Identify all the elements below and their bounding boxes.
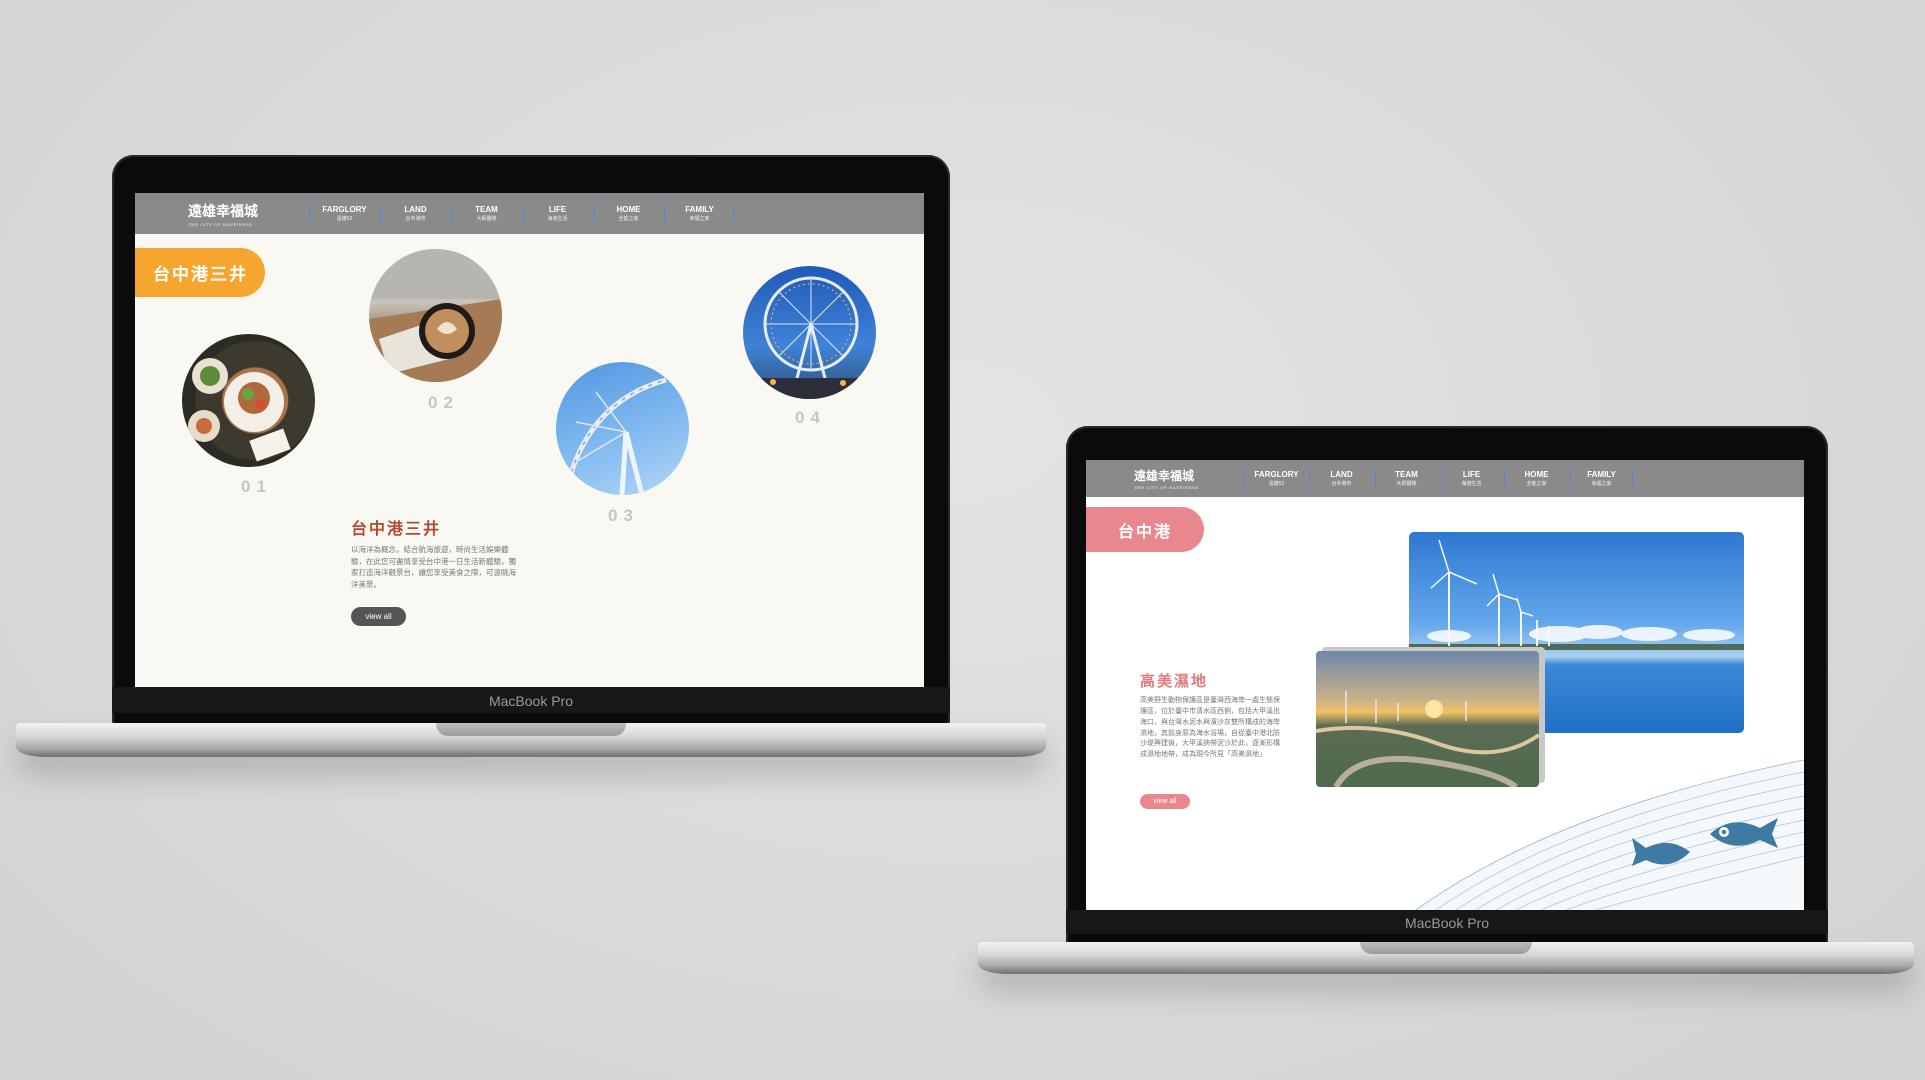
image-number: 03 <box>608 506 639 525</box>
wetland-sunset-image[interactable] <box>1316 651 1539 787</box>
nav-sublabel: 海港生活 <box>547 216 568 222</box>
view-all-button[interactable]: view all <box>351 607 406 626</box>
section-paragraph: 以海洋為概念，結合航海旅遊，時尚生活娛樂體驗，在此您可盡情享受台中港一日生活新體… <box>351 545 516 589</box>
nav-item-life[interactable]: LIFE 海港生活 <box>1439 460 1504 497</box>
wetland-art <box>1316 691 1539 787</box>
ferris-wheel-sky-image[interactable] <box>556 362 689 495</box>
section-paragraph: 高美野生動物保護區是臺灣西海岸一處生態保護區，位於臺中市清水區西側，包括大甲溪出… <box>1140 697 1280 759</box>
laptop-screen: 遠雄幸福城 THE CITY OF HAPPINESS FARGLORY 遠雄5… <box>135 193 924 687</box>
ferris-wheel-sky-art <box>563 377 667 495</box>
laptop-screen: 遠雄幸福城 THE CITY OF HAPPINESS FARGLORY 遠雄5… <box>1086 460 1804 910</box>
nav-label: HOME <box>616 205 641 214</box>
fish-icon <box>1710 818 1778 848</box>
macbook-label: MacBook Pro <box>1404 915 1490 931</box>
ferris-wheel-night-image[interactable] <box>743 266 876 399</box>
nav-sublabel: 台中港市 <box>405 216 426 222</box>
view-all-label: view all <box>365 612 392 621</box>
nav-label: LIFE <box>1462 470 1481 479</box>
food-plate-art <box>188 358 291 462</box>
section-pill-label: 台中港三井 <box>153 265 248 284</box>
nav-label: LAND <box>1330 470 1353 479</box>
nav-sublabel: 全能之家 <box>618 216 639 222</box>
section-pill: 台中港三井 <box>135 248 265 297</box>
section-pill: 台中港 <box>1086 507 1204 552</box>
nav-sublabel: 海港生活 <box>1461 481 1482 487</box>
latte-art <box>369 249 502 382</box>
nav-item-farglory[interactable]: FARGLORY 遠雄52 <box>309 193 380 234</box>
laptop-chin: MacBook Pro <box>112 687 950 713</box>
section-heading: 高美濕地 <box>1140 673 1209 690</box>
nav-item-farglory[interactable]: FARGLORY 遠雄52 <box>1244 460 1309 497</box>
logo-text: 遠雄幸福城 <box>1134 469 1195 483</box>
image-number: 01 <box>241 477 272 496</box>
nav-label: TEAM <box>1395 470 1418 479</box>
nav-sublabel: 幸福之家 <box>689 216 710 222</box>
nav-label: HOME <box>1524 470 1549 479</box>
view-all-label: view all <box>1153 798 1177 805</box>
fish-icon <box>1632 838 1690 866</box>
laptop-chin: MacBook Pro <box>1066 910 1828 934</box>
nav-item-land[interactable]: LAND 台中港市 <box>1309 460 1374 497</box>
main-nav: FARGLORY 遠雄52 LAND 台中港市 TEAM 大師團隊 LIFE 海… <box>1244 460 1634 497</box>
nav-item-life[interactable]: LIFE 海港生活 <box>522 193 593 234</box>
food-plate-image[interactable] <box>182 334 315 467</box>
nav-item-family[interactable]: FAMILY 幸福之家 <box>664 193 735 234</box>
nav-label: FAMILY <box>1587 470 1616 479</box>
section-heading: 台中港三井 <box>351 521 442 538</box>
nav-item-family[interactable]: FAMILY 幸福之家 <box>1569 460 1634 497</box>
logo-subtitle: THE CITY OF HAPPINESS <box>188 222 253 227</box>
latte-coffee-image[interactable] <box>369 249 502 382</box>
section-pill-label: 台中港 <box>1118 523 1173 541</box>
nav-sublabel: 全能之家 <box>1526 481 1547 487</box>
nav-item-team[interactable]: TEAM 大師團隊 <box>1374 460 1439 497</box>
laptop-notch <box>436 723 626 736</box>
nav-sublabel: 台中港市 <box>1331 481 1352 487</box>
nav-label: FAMILY <box>685 205 714 214</box>
nav-label: FARGLORY <box>322 205 367 214</box>
logo-text: 遠雄幸福城 <box>188 204 258 220</box>
laptop-notch <box>1360 942 1532 954</box>
nav-item-team[interactable]: TEAM 大師團隊 <box>451 193 522 234</box>
nav-label: TEAM <box>475 205 498 214</box>
laptop-mockup-1: 遠雄幸福城 THE CITY OF HAPPINESS FARGLORY 遠雄5… <box>16 155 1046 765</box>
image-number: 02 <box>428 393 459 412</box>
nav-sublabel: 大師團隊 <box>1396 481 1417 487</box>
nav-sublabel: 大師團隊 <box>476 216 497 222</box>
nav-sublabel: 幸福之家 <box>1591 481 1612 487</box>
main-nav: FARGLORY 遠雄52 LAND 台中港市 TEAM 大師團隊 LIFE 海… <box>309 193 735 234</box>
site-logo[interactable]: 遠雄幸福城 THE CITY OF HAPPINESS <box>1134 467 1199 490</box>
nav-item-home[interactable]: HOME 全能之家 <box>1504 460 1569 497</box>
nav-item-land[interactable]: LAND 台中港市 <box>380 193 451 234</box>
view-all-button[interactable]: view all <box>1140 794 1190 809</box>
nav-label: LIFE <box>548 205 567 214</box>
site-header: 遠雄幸福城 THE CITY OF HAPPINESS FARGLORY 遠雄5… <box>135 193 924 234</box>
nav-label: LAND <box>404 205 427 214</box>
site-header: 遠雄幸福城 THE CITY OF HAPPINESS FARGLORY 遠雄5… <box>1086 460 1804 497</box>
nav-label: FARGLORY <box>1254 470 1299 479</box>
site-logo[interactable]: 遠雄幸福城 THE CITY OF HAPPINESS <box>188 201 258 227</box>
logo-subtitle: THE CITY OF HAPPINESS <box>1134 485 1199 490</box>
image-number: 04 <box>795 408 826 427</box>
nav-item-home[interactable]: HOME 全能之家 <box>593 193 664 234</box>
ferris-wheel-night-art <box>743 276 876 399</box>
macbook-label: MacBook Pro <box>488 693 574 709</box>
nav-sublabel: 遠雄52 <box>336 216 353 222</box>
nav-sublabel: 遠雄52 <box>1268 481 1285 487</box>
laptop-mockup-2: 遠雄幸福城 THE CITY OF HAPPINESS FARGLORY 遠雄5… <box>978 426 1914 981</box>
